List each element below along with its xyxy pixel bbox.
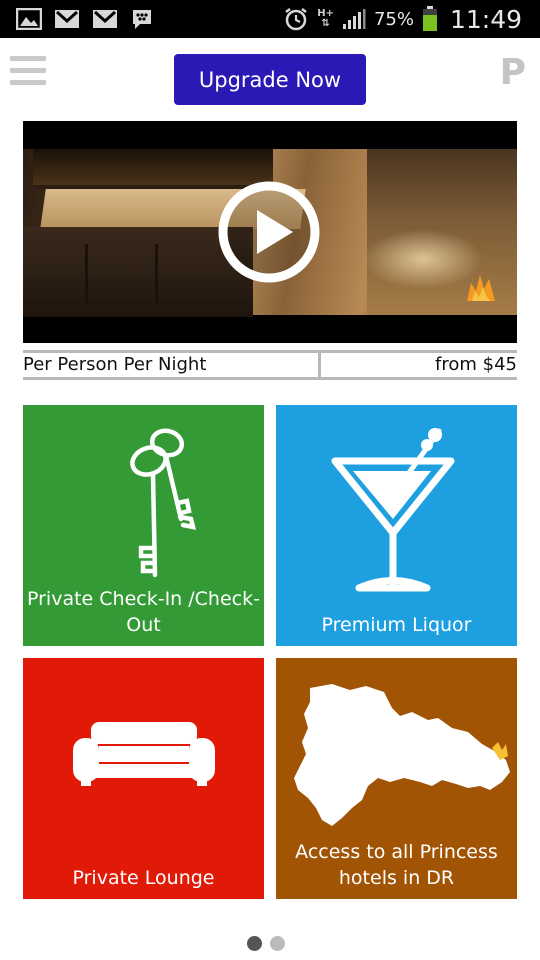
tile-access-princess-hotels[interactable]: Access to all Princess hotels in DR — [276, 658, 517, 899]
keys-icon — [130, 428, 197, 578]
tile-label: Access to all Princess hotels in DR — [295, 841, 498, 889]
data-arrows-icon: ⇅ — [321, 18, 330, 29]
princess-flame-icon — [467, 275, 495, 301]
map-icon — [294, 684, 510, 826]
page-dot-active[interactable] — [247, 936, 262, 951]
thumbnail-cabinet-line — [155, 244, 158, 304]
menu-line — [10, 80, 46, 85]
menu-icon[interactable] — [10, 56, 46, 88]
tile-private-lounge[interactable]: Private Lounge — [23, 658, 264, 899]
gallery-icon — [16, 8, 42, 30]
tile-label: Private Check-In /Check-Out — [27, 588, 260, 636]
price-value: from $45 — [435, 354, 517, 375]
tile-private-check-in[interactable]: Private Check-In /Check-Out — [23, 405, 264, 646]
price-row: Per Person Per Night from $45 — [23, 350, 517, 380]
thumbnail-cabinet-line — [85, 244, 88, 304]
sofa-icon — [73, 722, 215, 786]
video-player[interactable] — [23, 121, 517, 343]
alarm-icon — [285, 8, 307, 31]
price-label: Per Person Per Night — [23, 353, 321, 377]
page-indicator — [247, 936, 285, 951]
battery-icon — [422, 6, 437, 31]
brand-logo[interactable]: P — [500, 52, 526, 93]
page-dot[interactable] — [270, 936, 285, 951]
play-icon[interactable] — [217, 180, 321, 284]
gmail-icon — [55, 10, 79, 28]
battery-percent: 75% — [373, 8, 414, 30]
clock: 11:49 — [449, 4, 522, 34]
menu-line — [10, 56, 46, 61]
tile-label: Premium Liquor — [321, 614, 472, 636]
network-type-indicator: H+ ⇅ — [317, 9, 334, 29]
system-indicators: H+ ⇅ 75% 11:49 — [283, 0, 522, 38]
tile-label: Private Lounge — [72, 867, 215, 889]
bbm-icon — [133, 10, 151, 29]
signal-icon — [342, 9, 366, 29]
status-bar: H+ ⇅ 75% 11:49 — [0, 0, 540, 38]
tile-premium-liquor[interactable]: Premium Liquor — [276, 405, 517, 646]
upgrade-now-button[interactable]: Upgrade Now — [174, 54, 366, 105]
notification-icons — [16, 7, 154, 31]
menu-line — [10, 68, 46, 73]
gmail-icon — [93, 10, 117, 28]
martini-icon — [331, 428, 455, 592]
